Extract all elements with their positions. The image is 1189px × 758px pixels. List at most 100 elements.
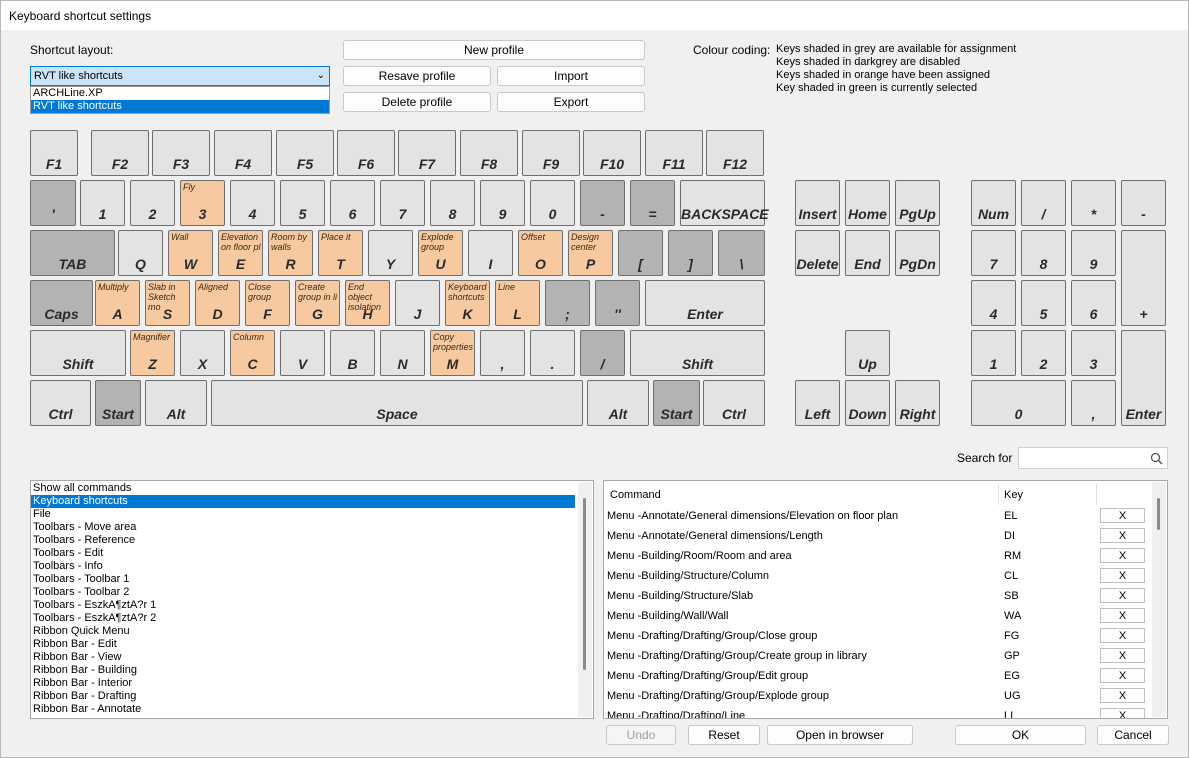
key-40[interactable]: Caps bbox=[30, 280, 93, 326]
key-30[interactable]: Room by walls R bbox=[268, 230, 313, 276]
commands-scrollbar[interactable] bbox=[1152, 482, 1166, 717]
key-16[interactable]: 4 bbox=[230, 180, 275, 226]
export-button[interactable]: Export bbox=[497, 92, 645, 112]
key-4[interactable]: F5 bbox=[276, 130, 334, 176]
key-43[interactable]: Aligned D bbox=[195, 280, 240, 326]
table-row[interactable]: Menu -Drafting/Drafting/Group/Edit group… bbox=[606, 666, 1151, 686]
table-row[interactable]: Menu -Drafting/Drafting/Group/Create gro… bbox=[606, 646, 1151, 666]
key-79[interactable]: Left bbox=[795, 380, 840, 426]
key-45[interactable]: Create group in li G bbox=[295, 280, 340, 326]
reset-button[interactable]: Reset bbox=[688, 725, 760, 745]
category-item[interactable]: Toolbars - Edit bbox=[31, 547, 593, 560]
category-item[interactable]: Show all commands bbox=[31, 482, 593, 495]
undo-button[interactable]: Undo bbox=[606, 725, 676, 745]
key-27[interactable]: Q bbox=[118, 230, 163, 276]
category-item[interactable]: File bbox=[31, 508, 593, 521]
key-0[interactable]: F1 bbox=[30, 130, 78, 176]
key-65[interactable]: Ctrl bbox=[30, 380, 91, 426]
key-2[interactable]: F3 bbox=[152, 130, 210, 176]
key-19[interactable]: 7 bbox=[380, 180, 425, 226]
key-35[interactable]: Offset O bbox=[518, 230, 563, 276]
key-3[interactable]: F4 bbox=[214, 130, 272, 176]
key-38[interactable]: ] bbox=[668, 230, 713, 276]
key-24[interactable]: = bbox=[630, 180, 675, 226]
key-21[interactable]: 9 bbox=[480, 180, 525, 226]
key-28[interactable]: Wall W bbox=[168, 230, 213, 276]
remove-shortcut-button[interactable]: X bbox=[1100, 668, 1145, 683]
import-button[interactable]: Import bbox=[497, 66, 645, 86]
key-50[interactable]: ; bbox=[545, 280, 590, 326]
remove-shortcut-button[interactable]: X bbox=[1100, 508, 1145, 523]
category-item[interactable]: Ribbon Bar - View bbox=[31, 651, 593, 664]
category-item[interactable]: Toolbars - Toolbar 1 bbox=[31, 573, 593, 586]
remove-shortcut-button[interactable]: X bbox=[1100, 548, 1145, 563]
delete-profile-button[interactable]: Delete profile bbox=[343, 92, 491, 112]
open-in-browser-button[interactable]: Open in browser bbox=[767, 725, 913, 745]
key-83[interactable]: / bbox=[1021, 180, 1066, 226]
remove-shortcut-button[interactable]: X bbox=[1100, 648, 1145, 663]
remove-shortcut-button[interactable]: X bbox=[1100, 688, 1145, 703]
cancel-button[interactable]: Cancel bbox=[1097, 725, 1169, 745]
key-74[interactable]: PgUp bbox=[895, 180, 940, 226]
key-88[interactable]: 9 bbox=[1071, 230, 1116, 276]
key-69[interactable]: Alt bbox=[587, 380, 649, 426]
key-58[interactable]: B bbox=[330, 330, 375, 376]
category-item[interactable]: Ribbon Bar - Annotate bbox=[31, 703, 593, 716]
ok-button[interactable]: OK bbox=[955, 725, 1086, 745]
table-row[interactable]: Menu -Drafting/Drafting/Group/Close grou… bbox=[606, 626, 1151, 646]
commands-scroll-thumb[interactable] bbox=[1157, 498, 1160, 530]
key-60[interactable]: Copy properties M bbox=[430, 330, 475, 376]
key-22[interactable]: 0 bbox=[530, 180, 575, 226]
key-15[interactable]: Fly 3 bbox=[180, 180, 225, 226]
key-37[interactable]: [ bbox=[618, 230, 663, 276]
key-96[interactable]: Enter bbox=[1121, 330, 1166, 426]
key-54[interactable]: Magnifier Z bbox=[130, 330, 175, 376]
category-item[interactable]: Toolbars - Reference bbox=[31, 534, 593, 547]
remove-shortcut-button[interactable]: X bbox=[1100, 708, 1145, 718]
category-item[interactable]: Ribbon Bar - Interior bbox=[31, 677, 593, 690]
key-59[interactable]: N bbox=[380, 330, 425, 376]
key-42[interactable]: Slab in Sketch mo S bbox=[145, 280, 190, 326]
table-row[interactable]: Menu -Building/Wall/Wall WA X bbox=[606, 606, 1151, 626]
key-95[interactable]: 3 bbox=[1071, 330, 1116, 376]
table-row[interactable]: Menu -Drafting/Drafting/Line LI X bbox=[606, 706, 1151, 718]
key-9[interactable]: F10 bbox=[583, 130, 641, 176]
key-76[interactable]: End bbox=[845, 230, 890, 276]
key-8[interactable]: F9 bbox=[522, 130, 580, 176]
key-91[interactable]: 5 bbox=[1021, 280, 1066, 326]
key-10[interactable]: F11 bbox=[645, 130, 703, 176]
key-63[interactable]: / bbox=[580, 330, 625, 376]
key-67[interactable]: Alt bbox=[145, 380, 207, 426]
key-55[interactable]: X bbox=[180, 330, 225, 376]
category-item[interactable]: Toolbars - Info bbox=[31, 560, 593, 573]
key-62[interactable]: . bbox=[530, 330, 575, 376]
category-item[interactable]: Toolbars - EszkA¶ztA?r 1 bbox=[31, 599, 593, 612]
key-90[interactable]: 4 bbox=[971, 280, 1016, 326]
key-25[interactable]: BACKSPACE bbox=[680, 180, 769, 226]
key-53[interactable]: Shift bbox=[30, 330, 126, 376]
key-61[interactable]: , bbox=[480, 330, 525, 376]
table-row[interactable]: Menu -Drafting/Drafting/Group/Explode gr… bbox=[606, 686, 1151, 706]
key-39[interactable]: \ bbox=[718, 230, 765, 276]
category-list[interactable]: Show all commands Keyboard shortcuts File T… bbox=[30, 480, 594, 719]
key-20[interactable]: 8 bbox=[430, 180, 475, 226]
key-49[interactable]: Line L bbox=[495, 280, 540, 326]
key-52[interactable]: Enter bbox=[645, 280, 765, 326]
key-77[interactable]: PgDn bbox=[895, 230, 940, 276]
key-51[interactable]: '' bbox=[595, 280, 640, 326]
key-12[interactable]: ' bbox=[30, 180, 76, 226]
key-31[interactable]: Place it T bbox=[318, 230, 363, 276]
key-75[interactable]: Delete bbox=[795, 230, 840, 276]
remove-shortcut-button[interactable]: X bbox=[1100, 528, 1145, 543]
key-36[interactable]: Design center P bbox=[568, 230, 613, 276]
key-72[interactable]: Insert bbox=[795, 180, 840, 226]
shortcut-layout-select[interactable]: RVT like shortcuts ⌄ bbox=[30, 66, 330, 86]
new-profile-button[interactable]: New profile bbox=[343, 40, 645, 60]
key-6[interactable]: F7 bbox=[398, 130, 456, 176]
key-66[interactable]: Start bbox=[95, 380, 141, 426]
category-item[interactable]: Ribbon Bar - Drafting bbox=[31, 690, 593, 703]
key-23[interactable]: - bbox=[580, 180, 625, 226]
key-94[interactable]: 2 bbox=[1021, 330, 1066, 376]
key-98[interactable]: , bbox=[1071, 380, 1116, 426]
key-41[interactable]: Multiply A bbox=[95, 280, 140, 326]
